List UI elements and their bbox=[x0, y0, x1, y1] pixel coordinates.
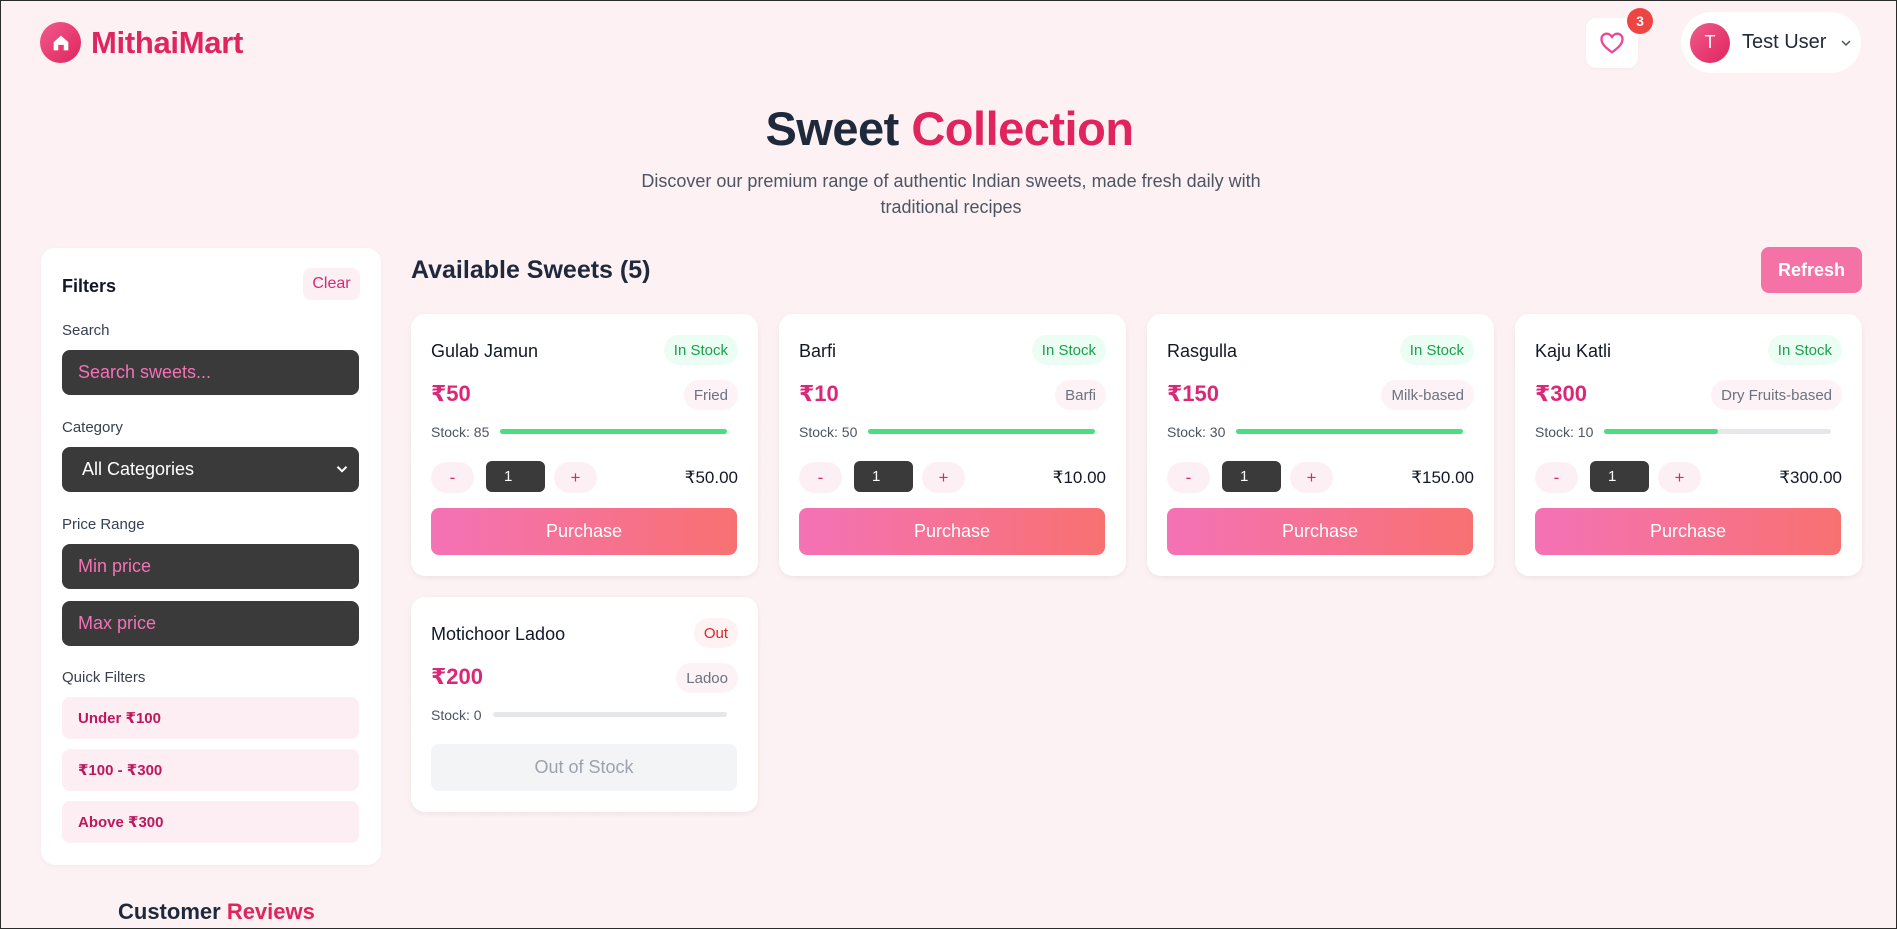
stock-status-badge: In Stock bbox=[1399, 335, 1474, 365]
product-name: Barfi bbox=[799, 341, 837, 361]
filters-panel: Filters Clear Search Search sweets... Ca… bbox=[41, 248, 381, 865]
clear-filters-button[interactable]: Clear bbox=[303, 268, 360, 300]
product-name: Gulab Jamun bbox=[431, 341, 539, 361]
user-menu[interactable]: T Test User bbox=[1681, 12, 1861, 73]
search-label: Search bbox=[62, 322, 110, 339]
category-label: Category bbox=[62, 419, 123, 436]
purchase-button[interactable]: Purchase bbox=[799, 508, 1105, 555]
line-total: ₹150.00 bbox=[1411, 468, 1474, 487]
min-price-input[interactable]: Min price bbox=[62, 544, 359, 589]
stock-status-badge: Out bbox=[693, 618, 738, 648]
increase-qty-button[interactable]: + bbox=[1658, 462, 1701, 493]
brand-logo[interactable]: MithaiMart bbox=[40, 22, 243, 63]
filters-title: Filters bbox=[62, 276, 117, 296]
user-name: Test User bbox=[1742, 31, 1827, 53]
increase-qty-button[interactable]: + bbox=[1290, 462, 1333, 493]
category-badge: Barfi bbox=[1055, 380, 1106, 410]
stock-status-badge: In Stock bbox=[1031, 335, 1106, 365]
stock-bar bbox=[500, 429, 727, 434]
quantity-input[interactable]: 1 bbox=[854, 461, 913, 492]
page-subtitle: Discover our premium range of authentic … bbox=[641, 171, 1261, 217]
stock-status-badge: In Stock bbox=[1767, 335, 1842, 365]
quick-filter-above-300[interactable]: Above ₹300 bbox=[62, 801, 359, 843]
top-navbar: MithaiMart 3 T Test User bbox=[1, 1, 1896, 85]
product-name: Motichoor Ladoo bbox=[431, 624, 566, 644]
product-name: Rasgulla bbox=[1167, 341, 1238, 361]
product-card: Rasgulla In Stock ₹150 Milk-based Stock:… bbox=[1147, 314, 1494, 576]
category-select[interactable]: All Categories bbox=[62, 447, 359, 492]
avatar: T bbox=[1690, 22, 1730, 63]
quick-filter-under-100[interactable]: Under ₹100 bbox=[62, 697, 359, 739]
decrease-qty-button[interactable]: - bbox=[1535, 462, 1578, 493]
decrease-qty-button[interactable]: - bbox=[431, 462, 474, 493]
available-sweets-heading: Available Sweets (5) bbox=[411, 256, 651, 284]
out-of-stock-button: Out of Stock bbox=[431, 744, 737, 791]
chevron-down-icon bbox=[1841, 39, 1851, 46]
stock-count: Stock: 30 bbox=[1167, 424, 1226, 440]
reviews-heading-main: Customer bbox=[118, 899, 221, 924]
page-title-main: Sweet bbox=[765, 102, 899, 155]
heart-icon bbox=[1600, 32, 1624, 54]
search-input[interactable]: Search sweets... bbox=[62, 350, 359, 395]
stock-bar bbox=[868, 429, 1095, 434]
quantity-input[interactable]: 1 bbox=[1590, 461, 1649, 492]
stock-bar-fill bbox=[1236, 429, 1463, 434]
stock-count: Stock: 10 bbox=[1535, 424, 1594, 440]
category-badge: Dry Fruits-based bbox=[1711, 380, 1842, 410]
price-range-label: Price Range bbox=[62, 516, 145, 533]
increase-qty-button[interactable]: + bbox=[554, 462, 597, 493]
stock-bar bbox=[493, 712, 727, 717]
stock-bar bbox=[1604, 429, 1831, 434]
category-badge: Fried bbox=[683, 380, 738, 410]
product-price: ₹200 bbox=[431, 664, 484, 689]
line-total: ₹10.00 bbox=[1052, 468, 1106, 487]
refresh-button[interactable]: Refresh bbox=[1761, 247, 1862, 293]
product-card: Kaju Katli In Stock ₹300 Dry Fruits-base… bbox=[1515, 314, 1862, 576]
stock-bar bbox=[1236, 429, 1463, 434]
quantity-input[interactable]: 1 bbox=[486, 461, 545, 492]
home-icon bbox=[40, 22, 81, 63]
reviews-heading: Customer Reviews bbox=[118, 899, 315, 925]
chevron-down-icon bbox=[336, 466, 348, 473]
stock-bar-fill bbox=[1604, 429, 1718, 434]
purchase-button[interactable]: Purchase bbox=[431, 508, 737, 555]
stock-count: Stock: 85 bbox=[431, 424, 490, 440]
quantity-input[interactable]: 1 bbox=[1222, 461, 1281, 492]
category-badge: Milk-based bbox=[1381, 380, 1474, 410]
purchase-button[interactable]: Purchase bbox=[1167, 508, 1473, 555]
product-price: ₹50 bbox=[431, 381, 471, 406]
stock-count: Stock: 0 bbox=[431, 707, 482, 723]
product-card: Motichoor Ladoo Out ₹200 Ladoo Stock: 0 … bbox=[411, 597, 758, 812]
reviews-heading-accent: Reviews bbox=[226, 899, 315, 924]
quick-filters-label: Quick Filters bbox=[62, 669, 146, 686]
page-title-accent: Collection bbox=[911, 102, 1134, 155]
category-badge: Ladoo bbox=[676, 663, 738, 693]
stock-status-badge: In Stock bbox=[663, 335, 738, 365]
stock-count: Stock: 50 bbox=[799, 424, 858, 440]
quick-filter-100-300[interactable]: ₹100 - ₹300 bbox=[62, 749, 359, 791]
max-price-input[interactable]: Max price bbox=[62, 601, 359, 646]
product-price: ₹10 bbox=[799, 381, 839, 406]
wishlist-count-badge: 3 bbox=[1627, 8, 1653, 34]
product-price: ₹150 bbox=[1167, 381, 1220, 406]
brand-name: MithaiMart bbox=[91, 24, 244, 60]
product-card: Barfi In Stock ₹10 Barfi Stock: 50 - 1 +… bbox=[779, 314, 1126, 576]
product-card: Gulab Jamun In Stock ₹50 Fried Stock: 85… bbox=[411, 314, 758, 576]
purchase-button[interactable]: Purchase bbox=[1535, 508, 1841, 555]
line-total: ₹300.00 bbox=[1779, 468, 1842, 487]
decrease-qty-button[interactable]: - bbox=[799, 462, 842, 493]
product-price: ₹300 bbox=[1535, 381, 1588, 406]
increase-qty-button[interactable]: + bbox=[922, 462, 965, 493]
stock-bar-fill bbox=[868, 429, 1095, 434]
category-select-value: All Categories bbox=[82, 459, 195, 479]
page-title: Sweet Collection bbox=[1, 101, 1897, 156]
decrease-qty-button[interactable]: - bbox=[1167, 462, 1210, 493]
stock-bar-fill bbox=[500, 429, 727, 434]
line-total: ₹50.00 bbox=[684, 468, 738, 487]
product-name: Kaju Katli bbox=[1535, 341, 1612, 361]
wishlist-button[interactable]: 3 bbox=[1586, 8, 1653, 68]
